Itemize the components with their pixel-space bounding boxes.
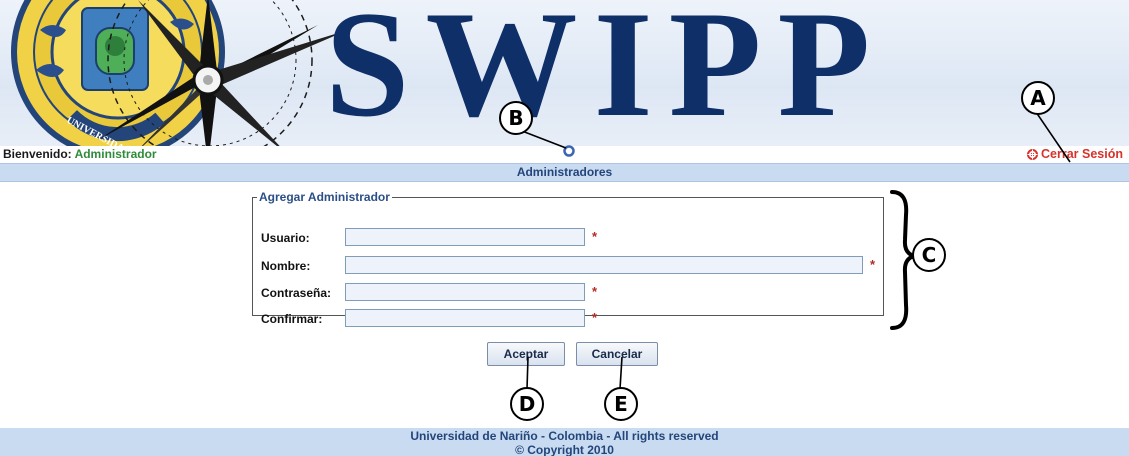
welcome-bar: Bienvenido: Administrador Cerrar Sesión — [0, 146, 1129, 163]
callout-a: A — [1021, 81, 1055, 115]
required-mark: * — [592, 229, 598, 244]
header-banner: UNIVERSIDAD SWIPP — [0, 0, 1129, 146]
name-input[interactable] — [345, 256, 863, 274]
welcome-label: Bienvenido: — [3, 147, 72, 161]
callout-c: C — [912, 238, 946, 272]
add-admin-fieldset: Agregar Administrador Usuario: * Nombre:… — [252, 190, 884, 327]
confirm-label: Confirmar: — [261, 312, 323, 326]
callout-d: D — [510, 387, 544, 421]
main-content: Agregar Administrador Usuario: * Nombre:… — [0, 182, 1129, 428]
required-mark: * — [870, 257, 876, 272]
name-label: Nombre: — [261, 259, 311, 273]
username-label: Usuario: — [261, 231, 310, 245]
accept-button[interactable]: Aceptar — [487, 342, 565, 366]
password-input[interactable] — [345, 283, 585, 301]
required-mark: * — [592, 310, 598, 325]
footer-copyright: © Copyright 2010 — [515, 443, 614, 456]
required-mark: * — [592, 284, 598, 299]
logout-label: Cerrar Sesión — [1041, 147, 1123, 161]
section-title: Administradores — [516, 165, 613, 179]
footer: Universidad de Nariño - Colombia - All r… — [0, 428, 1129, 456]
confirm-password-input[interactable] — [345, 309, 585, 327]
callout-b: B — [499, 101, 533, 135]
username-input[interactable] — [345, 228, 585, 246]
welcome-text: Bienvenido: Administrador — [3, 146, 157, 163]
fieldset-legend: Agregar Administrador — [259, 190, 390, 204]
footer-rights: Universidad de Nariño - Colombia - All r… — [410, 429, 719, 443]
password-label: Contraseña: — [261, 286, 332, 300]
cancel-button[interactable]: Cancelar — [576, 342, 658, 366]
banner-title: SWIPP — [325, 0, 887, 146]
callout-e: E — [604, 387, 638, 421]
section-title-bar: Administradores — [0, 163, 1129, 182]
current-user: Administrador — [74, 147, 157, 161]
